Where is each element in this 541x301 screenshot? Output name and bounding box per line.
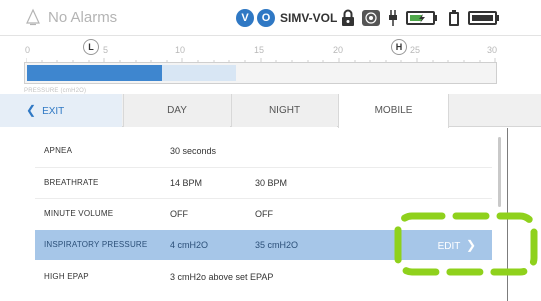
chevron-left-icon: ❮ xyxy=(26,103,37,117)
setting-value: OFF xyxy=(170,209,188,219)
tab-bar: ❮ EXIT DAY NIGHT MOBILE xyxy=(0,94,541,128)
pressure-scale: 0 5 10 15 20 25 30 L H PRESSURE (cmH2O) xyxy=(0,36,541,94)
tick-label: 30 xyxy=(487,45,498,55)
setting-value-2: 35 cmH2O xyxy=(255,240,299,250)
mode-badge-o: O xyxy=(257,9,275,27)
tab-night[interactable]: NIGHT xyxy=(231,94,337,127)
pressure-range-fill xyxy=(162,65,236,81)
tick-label: 5 xyxy=(103,45,109,55)
tab-mobile[interactable]: MOBILE xyxy=(338,94,449,128)
exit-label: EXIT xyxy=(42,106,65,117)
battery-icon xyxy=(449,10,459,26)
list-item[interactable]: BREATHRATE 14 BPM 30 BPM xyxy=(35,168,492,198)
setting-value-2: 30 BPM xyxy=(255,178,288,188)
battery-full-icon xyxy=(468,11,499,25)
bell-icon xyxy=(26,8,40,26)
scrollbar[interactable] xyxy=(498,137,501,207)
tick-label: 10 xyxy=(175,45,186,55)
list-item[interactable]: APNEA 30 seconds xyxy=(35,136,492,166)
setting-name: INSPIRATORY PRESSURE xyxy=(44,240,148,249)
setting-name: BREATHRATE xyxy=(44,178,99,187)
setting-value: 14 BPM xyxy=(170,178,203,188)
alarm-status[interactable]: No Alarms xyxy=(24,8,117,26)
lock-icon[interactable] xyxy=(341,9,355,27)
tab-day[interactable]: DAY xyxy=(123,94,230,127)
mode-badge-v: V xyxy=(236,9,254,27)
exit-button[interactable]: ❮ EXIT xyxy=(0,94,122,127)
pressure-bar xyxy=(24,62,497,84)
battery-charging-icon xyxy=(406,11,437,25)
ventilation-mode: SIMV-VOL xyxy=(280,11,338,25)
low-pressure-marker[interactable]: L xyxy=(83,39,99,55)
setting-name: APNEA xyxy=(44,146,73,155)
touch-lock-icon[interactable] xyxy=(361,9,381,27)
setting-value-2: OFF xyxy=(255,209,273,219)
tick-label: 25 xyxy=(410,45,421,55)
plug-icon xyxy=(389,10,397,26)
tick-label: 20 xyxy=(333,45,344,55)
setting-name: HIGH EPAP xyxy=(44,272,89,281)
pressure-bar-fill xyxy=(27,65,162,81)
setting-value: 30 seconds xyxy=(170,146,217,156)
setting-value: 4 cmH2O xyxy=(170,240,209,250)
setting-value: 3 cmH2o above set EPAP xyxy=(170,272,274,282)
highlight-annotation xyxy=(394,212,538,276)
setting-name: MINUTE VOLUME xyxy=(44,209,114,218)
alarm-text: No Alarms xyxy=(48,8,118,26)
status-bar: No Alarms V O SIMV-VOL xyxy=(0,0,541,36)
tick-label: 15 xyxy=(254,45,265,55)
high-pressure-marker[interactable]: H xyxy=(391,39,407,55)
tick-label: 0 xyxy=(25,45,31,55)
